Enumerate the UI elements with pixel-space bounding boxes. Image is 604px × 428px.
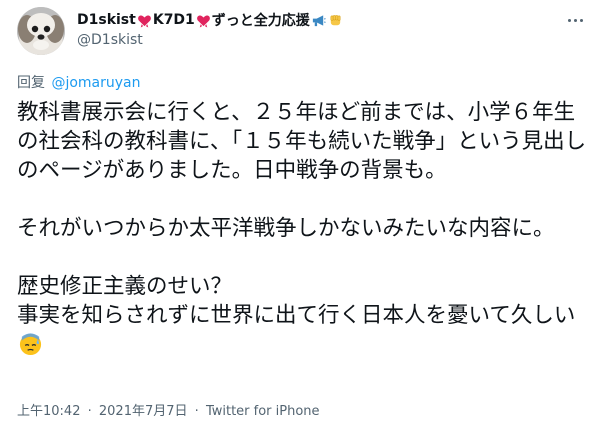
tweet-paragraph-3: 歴史修正主義のせい？ 事実を知らされずに世界に出て行く日本人を憂いて久しい	[17, 274, 576, 328]
reply-context: 回复 @jomaruyan	[17, 72, 141, 92]
tweet-text: 教科書展示会に行くと、２５年ほど前までは、小学６年生の社会科の教科書に、「１５年…	[17, 98, 589, 359]
tweet-metadata: 上午10:42 · 2021年7月7日 · Twitter for iPhone	[17, 400, 320, 419]
heart-ribbon-icon	[137, 14, 151, 28]
heart-ribbon-icon	[196, 14, 210, 28]
meta-separator: ·	[194, 404, 199, 419]
megaphone-icon	[312, 14, 326, 26]
avatar[interactable]	[17, 7, 65, 55]
author-info[interactable]: D1skist K7D1 ずっと全力応援 @D1skist	[77, 10, 527, 50]
display-name-part-3: ずっと全力応援	[211, 13, 310, 29]
reply-to-handle-link[interactable]: @jomaruyan	[51, 75, 140, 91]
more-dot-icon	[567, 18, 571, 22]
tweet-header: D1skist K7D1 ずっと全力応援 @D1skist	[17, 7, 587, 57]
tweet-source-link[interactable]: Twitter for iPhone	[206, 404, 320, 419]
tweet-date[interactable]: 2021年7月7日	[99, 404, 188, 419]
reply-prefix: 回复	[17, 75, 45, 91]
tweet-paragraph-1: 教科書展示会に行くと、２５年ほど前までは、小学６年生の社会科の教科書に、「１５年…	[17, 100, 587, 183]
more-options-button[interactable]	[563, 11, 587, 29]
author-display-name[interactable]: D1skist K7D1 ずっと全力応援	[77, 10, 527, 30]
tweet-card: D1skist K7D1 ずっと全力応援 @D1skist 回复 @jomaru…	[0, 0, 604, 428]
display-name-part-2: K7D1	[152, 12, 195, 28]
raised-fist-icon	[330, 14, 341, 25]
tweet-paragraph-2: それがいつからか太平洋戦争しかないみたいな内容に。	[17, 216, 555, 241]
tweet-time[interactable]: 上午10:42	[17, 404, 80, 419]
author-handle[interactable]: @D1skist	[77, 32, 527, 50]
sweat-face-icon	[19, 333, 42, 356]
more-dot-icon	[579, 18, 583, 22]
more-dot-icon	[573, 18, 577, 22]
avatar-dog-image	[17, 7, 65, 55]
meta-separator: ·	[87, 404, 92, 419]
display-name-part-1: D1skist	[77, 12, 136, 28]
